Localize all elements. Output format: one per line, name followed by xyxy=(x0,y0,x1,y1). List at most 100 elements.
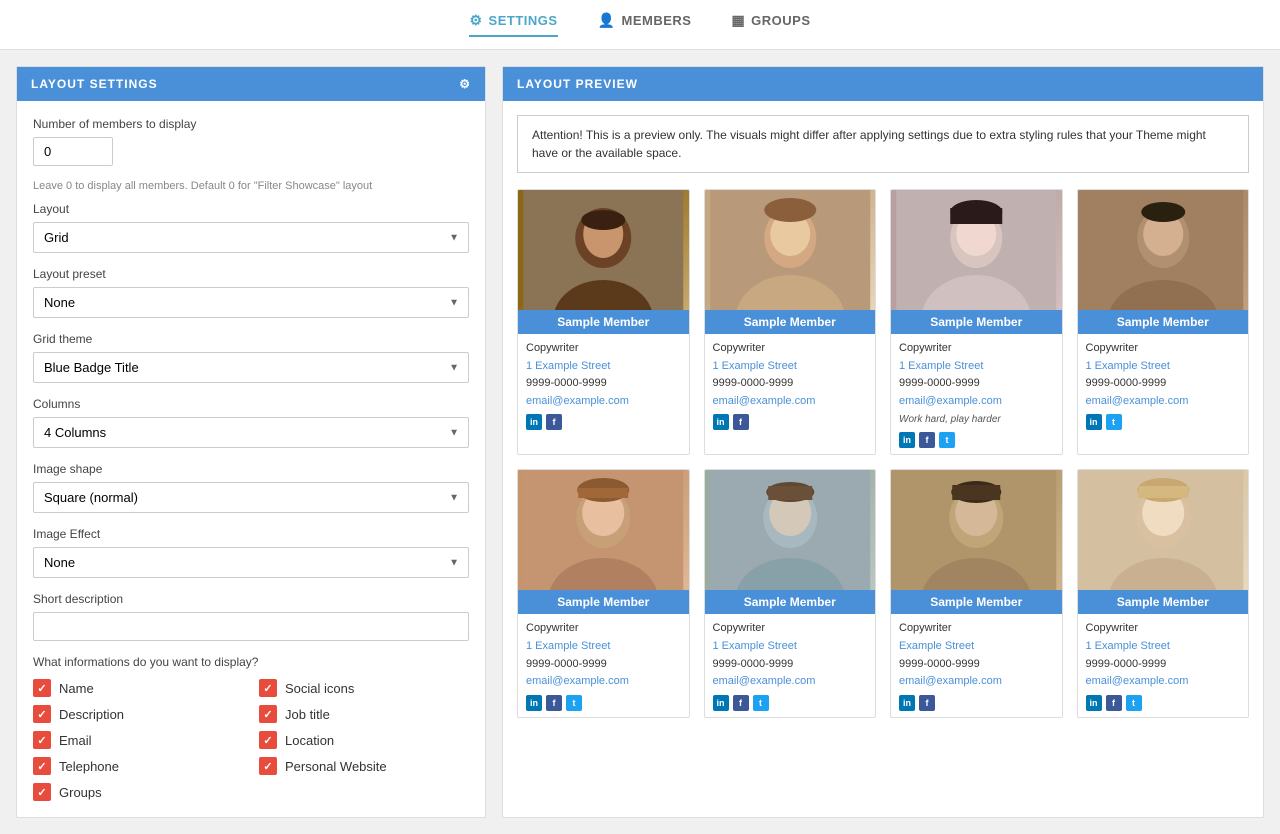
linkedin-icon-3[interactable]: in xyxy=(899,432,915,448)
checkbox-personal-website-label: Personal Website xyxy=(285,759,387,774)
checkbox-groups-box[interactable]: ✓ xyxy=(33,783,51,801)
checkbox-telephone-box[interactable]: ✓ xyxy=(33,757,51,775)
image-shape-group: Image shape Square (normal) Circle Round… xyxy=(33,462,469,513)
groups-icon: ▦ xyxy=(731,12,745,29)
settings-gear-icon[interactable]: ⚙ xyxy=(459,77,471,91)
checkbox-telephone-label: Telephone xyxy=(59,759,119,774)
member-email-4: email@example.com xyxy=(1086,393,1241,411)
member-card-2: Sample Member Copywriter 1 Example Stree… xyxy=(704,189,877,455)
member-name-4: Sample Member xyxy=(1117,315,1209,329)
linkedin-icon-4[interactable]: in xyxy=(1086,414,1102,430)
checkbox-name-box[interactable]: ✓ xyxy=(33,679,51,697)
short-desc-label: Short description xyxy=(33,592,469,606)
member-photo-2 xyxy=(705,190,876,310)
member-address-8: 1 Example Street xyxy=(1086,638,1241,656)
member-social-3: in f t xyxy=(899,432,1054,448)
checkboxes-section-label: What informations do you want to display… xyxy=(33,655,469,669)
facebook-icon-1[interactable]: f xyxy=(546,414,562,430)
checkbox-description-box[interactable]: ✓ xyxy=(33,705,51,723)
member-social-1: in f xyxy=(526,414,681,430)
facebook-icon-3[interactable]: f xyxy=(919,432,935,448)
member-address-4: 1 Example Street xyxy=(1086,358,1241,376)
member-photo-4 xyxy=(1078,190,1249,310)
nav-item-groups[interactable]: ▦ GROUPS xyxy=(731,12,810,37)
checkbox-job-title-box[interactable]: ✓ xyxy=(259,705,277,723)
facebook-icon-5[interactable]: f xyxy=(546,695,562,711)
member-role-6: Copywriter xyxy=(713,620,868,638)
nav-item-settings[interactable]: ⚙ SETTINGS xyxy=(469,12,557,37)
member-info-3: Copywriter 1 Example Street 9999-0000-99… xyxy=(891,334,1062,454)
linkedin-icon-6[interactable]: in xyxy=(713,695,729,711)
member-info-5: Copywriter 1 Example Street 9999-0000-99… xyxy=(518,614,689,716)
member-role-3: Copywriter xyxy=(899,340,1054,358)
theme-select[interactable]: Blue Badge Title Dark Badge Title xyxy=(33,352,469,383)
checkboxes-section: What informations do you want to display… xyxy=(33,655,469,801)
checkbox-email-box[interactable]: ✓ xyxy=(33,731,51,749)
linkedin-icon-1[interactable]: in xyxy=(526,414,542,430)
layout-select-wrapper: Grid List Filter Showcase ▼ xyxy=(33,222,469,253)
theme-select-wrapper: Blue Badge Title Dark Badge Title ▼ xyxy=(33,352,469,383)
checkbox-groups: ✓ Groups xyxy=(33,783,243,801)
facebook-icon-8[interactable]: f xyxy=(1106,695,1122,711)
member-card-4: Sample Member Copywriter 1 Example Stree… xyxy=(1077,189,1250,455)
twitter-icon-8[interactable]: t xyxy=(1126,695,1142,711)
facebook-icon-6[interactable]: f xyxy=(733,695,749,711)
nav-label-members: MEMBERS xyxy=(621,13,691,28)
member-name-bar-1: Sample Member xyxy=(518,310,689,334)
nav-label-settings: SETTINGS xyxy=(489,13,558,28)
checkbox-personal-website: ✓ Personal Website xyxy=(259,757,469,775)
member-role-7: Copywriter xyxy=(899,620,1054,638)
members-count-input[interactable] xyxy=(33,137,113,166)
twitter-icon-3[interactable]: t xyxy=(939,432,955,448)
member-address-6: 1 Example Street xyxy=(713,638,868,656)
linkedin-icon-2[interactable]: in xyxy=(713,414,729,430)
checkbox-name: ✓ Name xyxy=(33,679,243,697)
member-grid: Sample Member Copywriter 1 Example Stree… xyxy=(517,189,1249,718)
checkbox-telephone: ✓ Telephone xyxy=(33,757,243,775)
checkbox-location-box[interactable]: ✓ xyxy=(259,731,277,749)
checkbox-social-icons: ✓ Social icons xyxy=(259,679,469,697)
member-role-8: Copywriter xyxy=(1086,620,1241,638)
member-info-1: Copywriter 1 Example Street 9999-0000-99… xyxy=(518,334,689,436)
short-desc-input[interactable] xyxy=(33,612,469,641)
twitter-icon-5[interactable]: t xyxy=(566,695,582,711)
facebook-icon-7[interactable]: f xyxy=(919,695,935,711)
checkbox-social-icons-label: Social icons xyxy=(285,681,354,696)
member-social-7: in f xyxy=(899,695,1054,711)
columns-select[interactable]: 1 Column 2 Columns 3 Columns 4 Columns xyxy=(33,417,469,448)
twitter-icon-4[interactable]: t xyxy=(1106,414,1122,430)
member-photo-1 xyxy=(518,190,689,310)
left-panel: LAYOUT SETTINGS ⚙ Number of members to d… xyxy=(16,66,486,818)
image-effect-select[interactable]: None Grayscale Sepia xyxy=(33,547,469,578)
checkbox-job-title-label: Job title xyxy=(285,707,330,722)
checkbox-social-icons-box[interactable]: ✓ xyxy=(259,679,277,697)
linkedin-icon-5[interactable]: in xyxy=(526,695,542,711)
member-info-6: Copywriter 1 Example Street 9999-0000-99… xyxy=(705,614,876,716)
layout-label: Layout xyxy=(33,202,469,216)
member-address-3: 1 Example Street xyxy=(899,358,1054,376)
checkbox-location: ✓ Location xyxy=(259,731,469,749)
member-role-1: Copywriter xyxy=(526,340,681,358)
member-photo-5 xyxy=(518,470,689,590)
members-count-label: Number of members to display xyxy=(33,117,469,131)
twitter-icon-6[interactable]: t xyxy=(753,695,769,711)
image-shape-select[interactable]: Square (normal) Circle Rounded xyxy=(33,482,469,513)
checkbox-job-title: ✓ Job title xyxy=(259,705,469,723)
columns-select-wrapper: 1 Column 2 Columns 3 Columns 4 Columns ▼ xyxy=(33,417,469,448)
member-photo-6 xyxy=(705,470,876,590)
member-email-3: email@example.com xyxy=(899,393,1054,411)
member-social-5: in f t xyxy=(526,695,681,711)
layout-select[interactable]: Grid List Filter Showcase xyxy=(33,222,469,253)
linkedin-icon-8[interactable]: in xyxy=(1086,695,1102,711)
preset-select[interactable]: None Preset 1 xyxy=(33,287,469,318)
layout-settings-title: LAYOUT SETTINGS xyxy=(31,77,158,91)
checkbox-email: ✓ Email xyxy=(33,731,243,749)
checkbox-personal-website-box[interactable]: ✓ xyxy=(259,757,277,775)
member-photo-8 xyxy=(1078,470,1249,590)
facebook-icon-2[interactable]: f xyxy=(733,414,749,430)
linkedin-icon-7[interactable]: in xyxy=(899,695,915,711)
member-phone-4: 9999-0000-9999 xyxy=(1086,375,1241,393)
nav-item-members[interactable]: 👤 MEMBERS xyxy=(598,12,692,37)
short-desc-group: Short description xyxy=(33,592,469,641)
member-phone-1: 9999-0000-9999 xyxy=(526,375,681,393)
